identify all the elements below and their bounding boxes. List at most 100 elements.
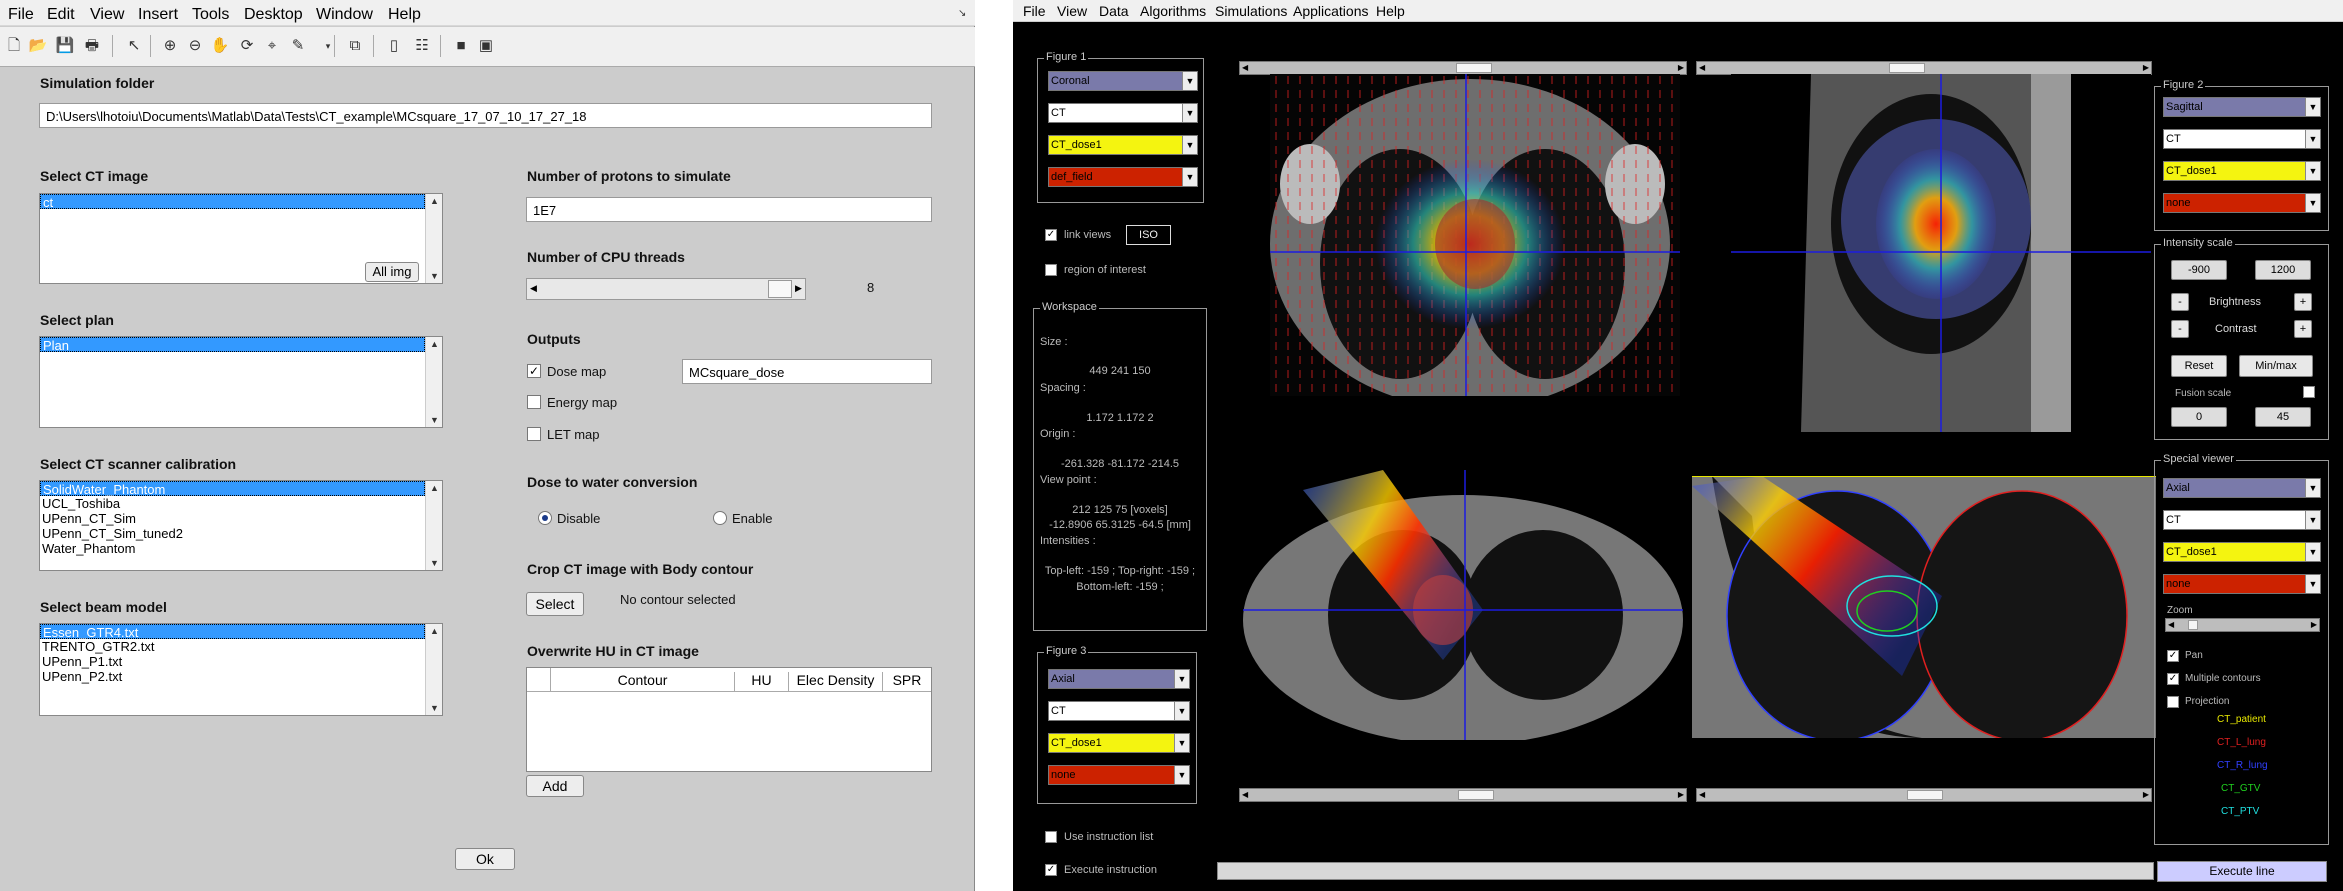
fusion-min-input[interactable]: 0 (2171, 407, 2227, 427)
intensity-max-input[interactable]: 1200 (2255, 260, 2311, 280)
list-item[interactable]: SolidWater_Phantom (40, 481, 425, 497)
menu-help[interactable]: Help (1376, 3, 1405, 19)
rotate-icon[interactable]: ⟳ (237, 36, 257, 56)
intensity-min-input[interactable]: -900 (2171, 260, 2227, 280)
dose-map-name-input[interactable]: MCsquare_dose (682, 359, 932, 384)
figure1-scrollbar[interactable]: ◀ ▶ (1239, 61, 1687, 75)
contour-ct-r-lung[interactable]: CT_R_lung (2217, 760, 2268, 771)
special-viewer-scrollbar[interactable]: ◀ ▶ (1696, 788, 2152, 802)
multiple-contours-checkbox[interactable]: ✓ (2167, 673, 2179, 685)
list-item[interactable]: TRENTO_GTR2.txt (40, 639, 442, 654)
list-item[interactable]: Essen_GTR4.txt (40, 624, 425, 640)
figure1-overlay-select[interactable]: def_field ▼ (1048, 167, 1198, 187)
chevron-left-icon[interactable]: ◀ (530, 283, 537, 294)
special-image-select[interactable]: CT ▼ (2163, 510, 2321, 530)
minmax-button[interactable]: Min/max (2239, 355, 2313, 377)
beam-model-list[interactable]: Essen_GTR4.txt TRENTO_GTR2.txt UPenn_P1.… (39, 623, 443, 716)
special-fusion-select[interactable]: CT_dose1 ▼ (2163, 542, 2321, 562)
save-icon[interactable]: 💾 (55, 36, 75, 56)
figure1-image-select[interactable]: CT ▼ (1048, 103, 1198, 123)
figure3-overlay-select[interactable]: none ▼ (1048, 765, 1190, 785)
figure1-fusion-select[interactable]: CT_dose1 ▼ (1048, 135, 1198, 155)
list-item[interactable]: Plan (40, 337, 425, 353)
menu-algorithms[interactable]: Algorithms (1140, 3, 1206, 19)
projection-checkbox[interactable] (2167, 696, 2179, 708)
zoom-in-icon[interactable]: ⊕ (160, 36, 180, 56)
menu-tools[interactable]: Tools (192, 6, 229, 24)
protons-input[interactable]: 1E7 (526, 197, 932, 222)
slider-thumb[interactable] (768, 280, 792, 298)
special-viewer-view[interactable] (1692, 476, 2156, 738)
open-file-icon[interactable]: 📂 (28, 36, 48, 56)
fusion-max-input[interactable]: 45 (2255, 407, 2311, 427)
figure3-view-select[interactable]: Axial ▼ (1048, 669, 1190, 689)
execute-instruction-checkbox[interactable]: ✓ (1045, 864, 1057, 876)
list-item[interactable]: UPenn_P2.txt (40, 669, 442, 684)
cpu-slider[interactable]: ◀ ▶ (526, 278, 806, 300)
use-instruction-list-checkbox[interactable] (1045, 831, 1057, 843)
pointer-icon[interactable]: ↖ (124, 36, 144, 56)
colorbar-icon[interactable]: ▯ (384, 36, 404, 56)
select-contour-button[interactable]: Select (526, 592, 584, 616)
fusion-scale-checkbox[interactable] (2303, 386, 2315, 398)
enable-radio[interactable] (713, 511, 727, 525)
axial-ct-view[interactable] (1243, 470, 1683, 740)
energy-map-checkbox[interactable] (527, 395, 541, 409)
print-icon[interactable]: 🖶 (82, 36, 102, 56)
menu-data[interactable]: Data (1099, 3, 1129, 19)
contour-ct-l-lung[interactable]: CT_L_lung (2217, 737, 2266, 748)
menu-insert[interactable]: Insert (138, 6, 178, 24)
figure1-view-select[interactable]: Coronal ▼ (1048, 71, 1198, 91)
zoom-out-icon[interactable]: ⊖ (185, 36, 205, 56)
show-tools-icon[interactable]: ▣ (476, 36, 496, 56)
special-view-select[interactable]: Axial ▼ (2163, 478, 2321, 498)
list-item[interactable]: Water_Phantom (40, 541, 442, 556)
disable-radio[interactable] (538, 511, 552, 525)
figure2-view-select[interactable]: Sagittal ▼ (2163, 97, 2321, 117)
figure2-scrollbar[interactable]: ◀ ▶ (1696, 61, 2152, 75)
figure3-image-select[interactable]: CT ▼ (1048, 701, 1190, 721)
add-button[interactable]: Add (526, 775, 584, 797)
overwrite-table[interactable]: Contour HU Elec Density SPR (526, 667, 932, 772)
pan-checkbox[interactable]: ✓ (2167, 650, 2179, 662)
execute-line-button[interactable]: Execute line (2157, 861, 2327, 882)
menu-desktop[interactable]: Desktop (244, 6, 303, 24)
contour-ct-patient[interactable]: CT_patient (2217, 714, 2266, 725)
simulation-folder-input[interactable]: D:\Users\lhotoiu\Documents\Matlab\Data\T… (39, 103, 932, 128)
data-cursor-icon[interactable]: ⌖ (262, 36, 282, 56)
let-map-checkbox[interactable] (527, 427, 541, 441)
hide-tools-icon[interactable]: ■ (451, 36, 471, 56)
menu-view[interactable]: View (1057, 3, 1087, 19)
menu-file[interactable]: File (1023, 3, 1046, 19)
menu-help[interactable]: Help (388, 6, 421, 24)
list-item[interactable]: ct (40, 194, 425, 210)
all-img-button[interactable]: All img (365, 262, 419, 282)
dose-map-checkbox[interactable]: ✓ (527, 364, 541, 378)
plan-list[interactable]: Plan ▲ ▼ (39, 336, 443, 428)
contour-ct-gtv[interactable]: CT_GTV (2221, 783, 2260, 794)
sagittal-ct-view[interactable] (1731, 74, 2151, 432)
contour-ct-ptv[interactable]: CT_PTV (2221, 806, 2259, 817)
brush-icon[interactable]: ✎ (288, 36, 308, 56)
link-views-checkbox[interactable]: ✓ (1045, 229, 1057, 241)
iso-button[interactable]: ISO (1126, 225, 1171, 245)
contrast-plus-button[interactable]: + (2294, 320, 2312, 338)
chevron-right-icon[interactable]: ▶ (795, 283, 802, 294)
brightness-minus-button[interactable]: - (2171, 293, 2189, 311)
figure3-scrollbar[interactable]: ◀ ▶ (1239, 788, 1687, 802)
menu-simulations[interactable]: Simulations (1215, 3, 1287, 19)
roi-checkbox[interactable] (1045, 264, 1057, 276)
list-item[interactable]: UPenn_CT_Sim_tuned2 (40, 526, 442, 541)
special-overlay-select[interactable]: none ▼ (2163, 574, 2321, 594)
dock-icon[interactable]: ↘ (958, 8, 966, 19)
legend-icon[interactable]: ☷ (412, 36, 432, 56)
menu-applications[interactable]: Applications (1293, 3, 1369, 19)
ok-button[interactable]: Ok (455, 848, 515, 870)
instruction-input[interactable] (1217, 862, 2154, 880)
reset-button[interactable]: Reset (2171, 355, 2227, 377)
list-item[interactable]: UPenn_P1.txt (40, 654, 442, 669)
coronal-ct-view[interactable] (1270, 74, 1680, 396)
chevron-down-icon[interactable]: ▾ (318, 36, 338, 56)
list-item[interactable]: UPenn_CT_Sim (40, 511, 442, 526)
figure2-fusion-select[interactable]: CT_dose1 ▼ (2163, 161, 2321, 181)
